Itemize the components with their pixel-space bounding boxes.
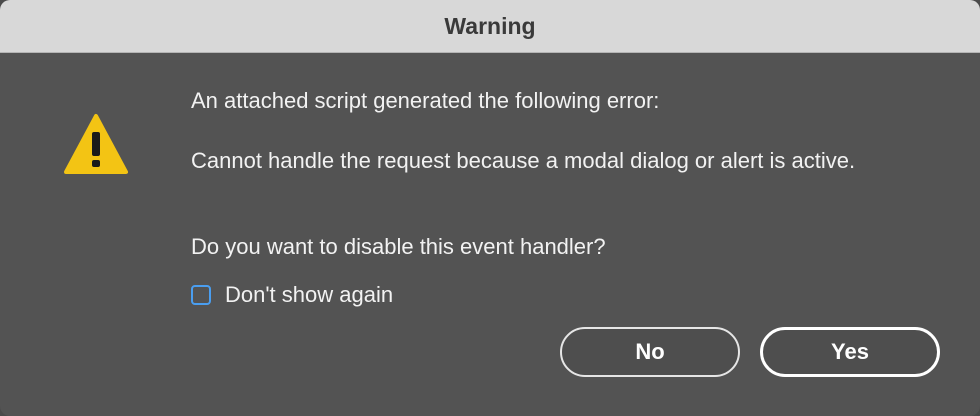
message-intro: An attached script generated the followi… — [191, 88, 660, 113]
warning-icon — [64, 114, 128, 174]
dialog-title: Warning — [444, 12, 536, 39]
title-bar: Warning — [0, 0, 980, 53]
yes-button-label: Yes — [831, 339, 869, 364]
no-button[interactable]: No — [560, 327, 740, 377]
checkbox-label: Don't show again — [225, 282, 394, 307]
dont-show-again-option[interactable]: Don't show again — [191, 282, 393, 308]
dont-show-again-checkbox[interactable] — [191, 285, 211, 305]
yes-button[interactable]: Yes — [760, 327, 940, 377]
warning-dialog: Warning An attached script generated the… — [0, 0, 980, 416]
error-message: Cannot handle the request because a moda… — [191, 148, 856, 173]
no-button-label: No — [635, 339, 665, 364]
question-text: Do you want to disable this event handle… — [191, 234, 606, 259]
